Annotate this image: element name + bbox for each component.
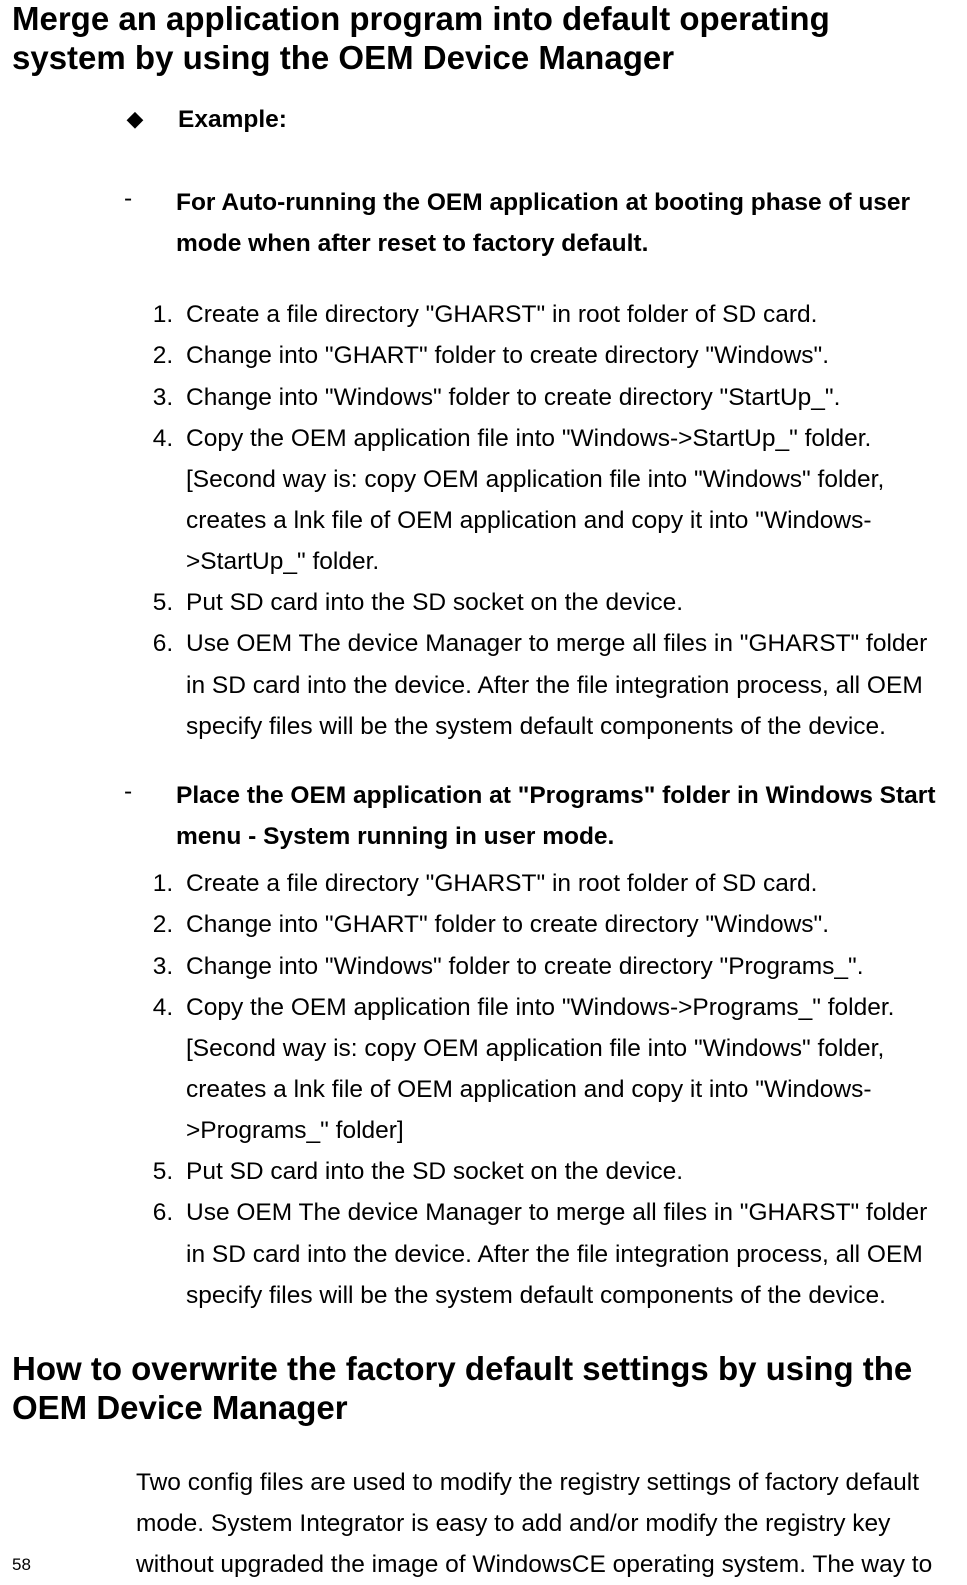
section-a-steps: Create a file directory "GHARST" in root… [124, 294, 937, 747]
list-item: Copy the OEM application file into "Wind… [180, 987, 937, 1152]
list-item: Copy the OEM application file into "Wind… [180, 418, 937, 583]
list-item: Change into "GHART" folder to create dir… [180, 904, 937, 945]
overwrite-paragraph: Two config files are used to modify the … [136, 1462, 937, 1585]
list-item: Create a file directory "GHARST" in root… [180, 294, 937, 335]
list-item: Change into "GHART" folder to create dir… [180, 335, 937, 376]
section-b-text: Place the OEM application at "Programs" … [176, 775, 937, 857]
list-item: Put SD card into the SD socket on the de… [180, 1151, 937, 1192]
example-bullet-row: ◆ Example: [124, 106, 937, 134]
example-label: Example: [178, 106, 287, 134]
heading-overwrite: How to overwrite the factory default set… [12, 1350, 937, 1428]
list-item: Use OEM The device Manager to merge all … [180, 623, 937, 746]
dash-icon: - [124, 775, 148, 806]
section-b-heading: - Place the OEM application at "Programs… [124, 775, 937, 857]
dash-icon: - [124, 182, 148, 213]
section-a-heading: - For Auto-running the OEM application a… [124, 182, 937, 264]
heading-merge: Merge an application program into defaul… [12, 0, 937, 78]
list-item: Put SD card into the SD socket on the de… [180, 582, 937, 623]
list-item: Change into "Windows" folder to create d… [180, 946, 937, 987]
list-item: Create a file directory "GHARST" in root… [180, 863, 937, 904]
diamond-icon: ◆ [124, 106, 146, 132]
section-b-steps: Create a file directory "GHARST" in root… [124, 863, 937, 1316]
list-item: Use OEM The device Manager to merge all … [180, 1192, 937, 1315]
page-number: 58 [12, 1555, 31, 1575]
list-item: Change into "Windows" folder to create d… [180, 377, 937, 418]
section-a-text: For Auto-running the OEM application at … [176, 182, 937, 264]
